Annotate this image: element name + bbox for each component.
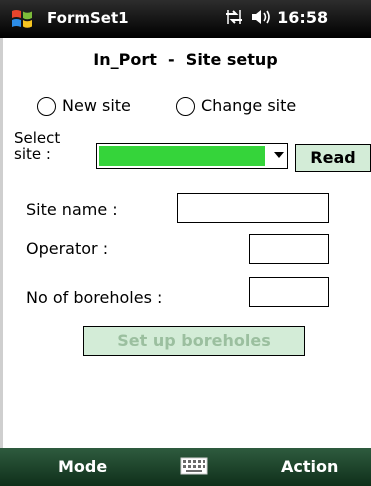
selected-site-value bbox=[99, 146, 265, 166]
select-site-label-line2: site : bbox=[14, 145, 51, 163]
set-up-boreholes-button[interactable]: Set up boreholes bbox=[83, 326, 305, 356]
read-button[interactable]: Read bbox=[295, 144, 371, 172]
window-edge bbox=[0, 38, 3, 448]
site-name-input[interactable] bbox=[177, 193, 329, 223]
change-site-radio[interactable]: Change site bbox=[176, 96, 316, 120]
windows-start-icon[interactable] bbox=[10, 7, 34, 31]
page-title: In_Port - Site setup bbox=[93, 50, 278, 69]
new-site-radio[interactable]: New site bbox=[37, 96, 157, 120]
change-site-label: Change site bbox=[201, 96, 297, 115]
status-bar: FormSet1 16:58 bbox=[0, 0, 371, 38]
boreholes-label: No of boreholes : bbox=[26, 288, 163, 307]
mode-softkey[interactable]: Mode bbox=[58, 457, 107, 476]
select-site-label-line1: Select bbox=[14, 129, 61, 147]
boreholes-input[interactable] bbox=[249, 277, 329, 307]
softkey-bar: Mode Action bbox=[0, 448, 371, 486]
volume-icon[interactable] bbox=[250, 8, 272, 26]
clock: 16:58 bbox=[277, 8, 329, 27]
operator-label: Operator : bbox=[26, 239, 109, 258]
keyboard-icon[interactable] bbox=[180, 457, 208, 475]
site-select-dropdown[interactable] bbox=[96, 143, 288, 169]
radio-circle[interactable] bbox=[176, 97, 195, 116]
select-site-label: Select site : bbox=[14, 130, 60, 162]
new-site-label: New site bbox=[62, 96, 131, 115]
site-name-label: Site name : bbox=[26, 200, 118, 219]
action-softkey[interactable]: Action bbox=[281, 457, 338, 476]
connectivity-icon[interactable] bbox=[224, 8, 244, 26]
app-title: FormSet1 bbox=[47, 9, 129, 27]
chevron-down-icon[interactable] bbox=[274, 152, 284, 158]
operator-input[interactable] bbox=[249, 234, 329, 264]
radio-circle[interactable] bbox=[37, 97, 56, 116]
status-icons: 16:58 bbox=[224, 8, 328, 27]
